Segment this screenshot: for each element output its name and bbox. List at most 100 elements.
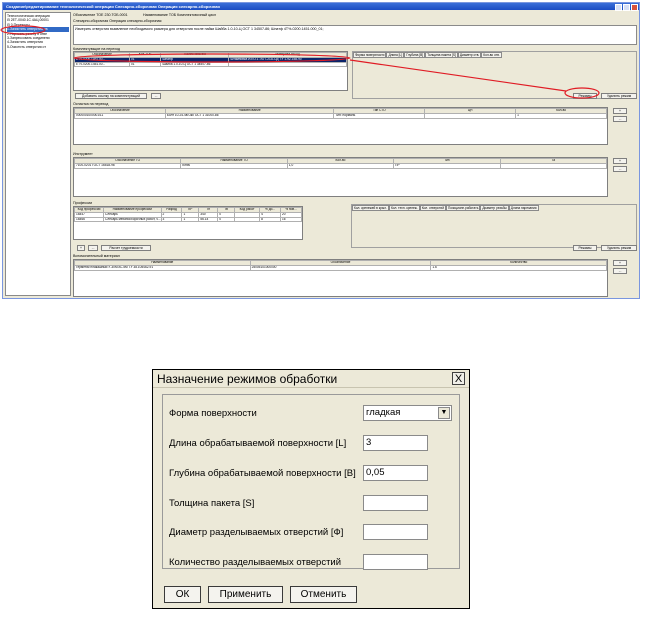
profession-add-button[interactable]: + [77, 245, 85, 251]
table-cell: 1,0 [286, 162, 395, 169]
hole-param-tabs: Кол. крепежей в крыл. Кол. техн. крепеж.… [352, 205, 539, 212]
aux-material-label: Вспомогательный материал [73, 254, 120, 258]
tooling-add-button[interactable]: + [613, 108, 627, 114]
surface-form-select[interactable]: гладкая ▼ [363, 405, 452, 421]
delete-mode-button[interactable]: Удалить режим [601, 93, 637, 99]
hole-diameter-label: Диаметр разделываемых отверстий [Ф] [169, 527, 344, 538]
pack-thickness-field[interactable] [363, 495, 428, 511]
table-cell: ПР [393, 162, 501, 169]
transition-text-field[interactable]: Измерить отверстия выявление необходимог… [73, 25, 637, 45]
pack-thickness-label: Толщина пакета [S] [169, 498, 255, 509]
processing-modes-dialog: Назначение режимов обработки X Форма пов… [152, 369, 470, 609]
table-cell: ETV-0200.1451.00... [74, 61, 130, 68]
table-cell [424, 112, 517, 119]
instruments-label: Инструмент [73, 152, 93, 156]
table-cell [228, 61, 347, 68]
instruments-table[interactable]: Обозначение ТО Наименование ТО Кол-во Ти… [73, 157, 608, 197]
table-cell: 1.6 [430, 264, 607, 271]
table-row[interactable]: ETV-0200.1451.00... 01 Шайба 1.0-10-Ц ОС… [74, 61, 347, 68]
tooling-more-button[interactable]: ... [613, 116, 627, 122]
assembly-more-button[interactable]: ... [151, 93, 161, 99]
aux-add-button[interactable]: + [613, 260, 627, 266]
table-cell: 16 [280, 216, 302, 223]
tooling-label: Оснастка на переход [73, 102, 109, 106]
details-panel: Обозначение ТОЕ 230.ТОБ.0001 Наименовани… [73, 12, 639, 298]
modes-button[interactable]: Режимы [573, 93, 597, 99]
tab-depth[interactable]: Глубина [B] [404, 52, 426, 59]
surface-form-value: гладкая [366, 407, 401, 418]
close-icon[interactable]: X [452, 372, 465, 385]
table-cell: Шайба 1.0-10-Ц ОСТ 1 34507-86 [160, 61, 230, 68]
table-cell: Слесарь механосборочных работ, ч... [103, 216, 162, 223]
cancel-button[interactable]: Отменить [290, 586, 357, 603]
tab-positional-work[interactable]: Позиционн.работать [446, 205, 481, 212]
professions-table[interactable]: Код профессии Наименование профессии Раз… [73, 206, 303, 240]
hole-count-label: Количество разделываемых отверстий [169, 557, 342, 568]
dialog-titlebar: Назначение режимов обработки X [153, 370, 469, 388]
ok-button[interactable]: ОК [164, 586, 201, 603]
professions-label: Профессии [73, 201, 93, 205]
table-cell: 25005101000000 [249, 264, 432, 271]
main-window-titlebar: Создание\редактирование технологической … [3, 3, 639, 11]
table-row[interactable]: 7100-0201 ГОСТ 16518-96 Ключ 1,0 ПР [74, 162, 607, 169]
depth-field[interactable]: 0,05 [363, 465, 428, 481]
table-cell: Герметик плакашный У-30МЭС-5М ТУ 38.1054… [74, 264, 251, 271]
length-field[interactable]: 3 [363, 435, 428, 451]
table-cell: 0 [217, 216, 236, 223]
assembly-units-table[interactable]: Обозначение Кол-ТОБ Наименование Материа… [73, 51, 348, 91]
table-cell: Ключ [180, 162, 288, 169]
apply-button[interactable]: Применить [208, 586, 283, 603]
table-cell: 7100-0201 ГОСТ 16518-96 [74, 162, 182, 169]
labor-calc-button[interactable]: Расчет трудоемкости [101, 245, 151, 251]
table-row[interactable]: Герметик плакашный У-30МЭС-5М ТУ 38.1054… [74, 264, 607, 271]
tree-item[interactable]: 5-Очистить отверстия от [7, 45, 69, 49]
tab-thread-diameter[interactable]: Диаметр резьбы [480, 205, 509, 212]
table-row[interactable]: 18466 Слесарь механосборочных работ, ч..… [74, 216, 302, 223]
tooling-table[interactable]: Обозначение Наименование Тип СТО ЦН Кол-… [73, 107, 608, 145]
tab-surface-form[interactable]: Форма поверхности [353, 52, 387, 59]
tab-fasteners-wing[interactable]: Кол. крепежей в крыл. [352, 205, 389, 212]
table-cell: 1 [181, 216, 200, 223]
add-assembly-link-button[interactable]: Добавить ссылку на комплектующий [75, 93, 147, 99]
tab-pack-thickness[interactable]: Толщина пакета [S] [425, 52, 458, 59]
aux-material-table[interactable]: Наименование Обозначение Количество Герм… [73, 259, 608, 297]
minimize-icon[interactable] [615, 4, 622, 11]
table-cell: 18466 [74, 216, 105, 223]
close-icon[interactable] [631, 4, 638, 11]
tab-hole-count[interactable]: Кол-во отв. [481, 52, 502, 59]
tab-thread-length[interactable]: Длина нарезания [508, 205, 539, 212]
table-cell: 01 [128, 61, 162, 68]
table-cell: 8 [259, 216, 281, 223]
column-header[interactable]: Код профессии [74, 207, 105, 213]
maximize-icon[interactable] [623, 4, 630, 11]
instrument-add-button[interactable]: + [613, 158, 627, 164]
designation-label: Обозначение ТОЕ 230.ТОБ.0001 [73, 13, 128, 17]
mode-tabs: Форма поверхности Длина [L] Глубина [B] … [353, 52, 502, 59]
table-row[interactable]: 0000001000001/11 Болт 10-24-4в.Окс ОСТ 1… [74, 112, 607, 119]
tab-length[interactable]: Длина [L] [386, 52, 405, 59]
delete-mode-button-2[interactable]: Удалить режим [601, 245, 637, 251]
instrument-more-button[interactable]: ... [613, 166, 627, 172]
aux-more-button[interactable]: ... [613, 268, 627, 274]
surface-form-label: Форма поверхности [169, 408, 257, 419]
table-cell: 1 [515, 112, 607, 119]
table-cell [499, 162, 607, 169]
chevron-down-icon[interactable]: ▼ [438, 407, 450, 419]
tab-hole-count[interactable]: Кол. отверстий [419, 205, 446, 212]
dialog-title: Назначение режимов обработки [157, 372, 338, 386]
modes-button-2[interactable]: Режимы [573, 245, 597, 251]
main-window-title: Создание\редактирование технологической … [6, 4, 220, 9]
operation-label: Слесарно-сборочная Операция слесарно-сбо… [73, 19, 162, 23]
table-cell [234, 216, 261, 223]
table-cell: 3 [160, 216, 183, 223]
tab-tech-fasteners[interactable]: Кол. техн. крепеж. [388, 205, 420, 212]
hole-count-field[interactable] [363, 554, 428, 570]
hole-diameter-field[interactable] [363, 524, 428, 540]
table-cell: 0000001000001/11 [74, 112, 166, 119]
depth-label: Глубина обрабатываемой поверхности [B] [169, 468, 356, 479]
profession-more-button[interactable]: ... [88, 245, 98, 251]
tab-hole-diameter[interactable]: Диаметр отв. [457, 52, 482, 59]
table-cell: Тип: нормаль [333, 112, 426, 119]
main-window: Создание\редактирование технологической … [2, 2, 640, 299]
operation-tree[interactable]: Технологическая операция ⊟ 2ЕТ-0040.1С.4… [5, 12, 71, 296]
